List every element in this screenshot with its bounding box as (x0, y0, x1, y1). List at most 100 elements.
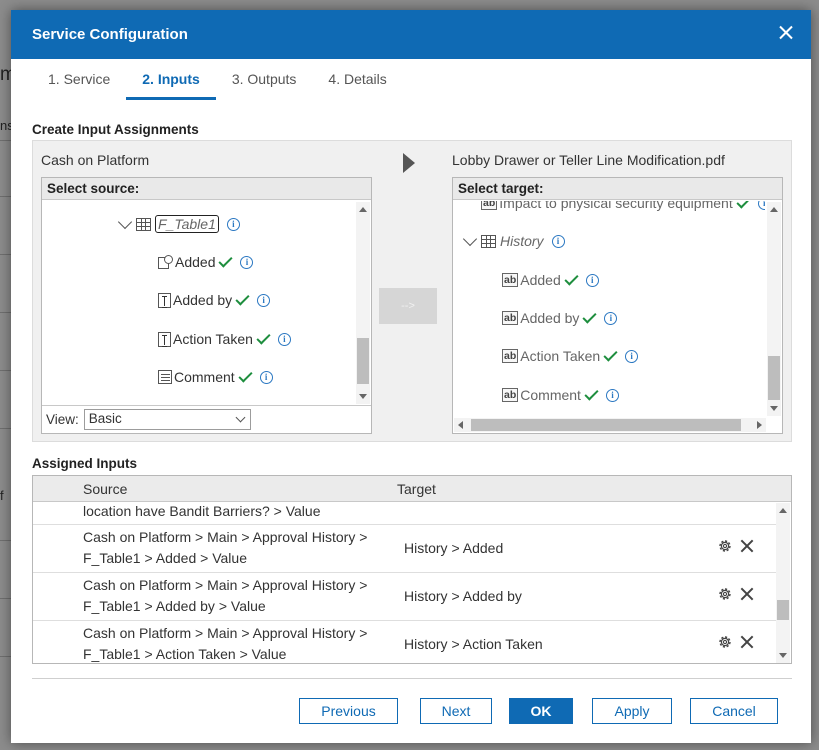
assigned-inputs-heading: Assigned Inputs (32, 456, 138, 471)
check-icon (736, 201, 751, 209)
previous-button[interactable]: Previous (299, 698, 398, 724)
tab-service[interactable]: 1. Service (32, 68, 126, 100)
create-input-assignments-heading: Create Input Assignments (32, 122, 199, 137)
check-icon (582, 308, 598, 324)
scroll-left-icon[interactable] (458, 421, 463, 429)
tree-node-added-by[interactable]: ab Added by i (502, 308, 618, 326)
tree-node-label: Added by (173, 292, 233, 308)
check-icon (584, 385, 599, 401)
scroll-down-icon[interactable] (779, 653, 787, 658)
assigned-inputs-table: Source Target location have Bandit Barri… (32, 475, 792, 664)
footer-divider (32, 678, 792, 679)
info-icon[interactable]: i (604, 311, 618, 325)
delete-icon[interactable] (739, 586, 755, 602)
dialog-titlebar: Service Configuration (11, 10, 811, 59)
tree-node-label: F_Table1 (155, 215, 219, 233)
target-tree: Select target: ab Impact to physical sec… (452, 177, 783, 434)
close-icon[interactable] (775, 22, 797, 44)
tree-node-added-by[interactable]: Added by i (158, 290, 271, 308)
text-field-icon (158, 292, 171, 308)
chevron-down-icon[interactable] (117, 214, 133, 229)
info-icon[interactable]: i (551, 234, 565, 248)
ok-button[interactable]: OK (509, 698, 573, 724)
assigned-table-scrollbar[interactable] (776, 503, 790, 663)
info-icon[interactable]: i (259, 370, 273, 384)
assignment-panel: Cash on Platform Lobby Drawer or Teller … (32, 140, 792, 442)
scrollbar-thumb[interactable] (768, 356, 780, 400)
view-select[interactable]: Basic (83, 409, 251, 430)
next-button[interactable]: Next (420, 698, 492, 724)
column-header-source: Source (83, 481, 128, 497)
info-icon[interactable]: i (226, 217, 240, 231)
source-tree-scrollbar[interactable] (356, 202, 370, 404)
chevron-down-icon[interactable] (462, 231, 478, 246)
info-icon[interactable]: i (277, 332, 291, 346)
table-header: Source Target (33, 476, 791, 502)
info-icon[interactable]: i (257, 293, 271, 307)
wizard-tabs: 1. Service 2. Inputs 3. Outputs 4. Detai… (32, 68, 403, 100)
tree-node-f-table1[interactable]: F_Table1 i (117, 214, 240, 233)
tree-node-label: Comment (174, 369, 235, 385)
background-text: f (0, 488, 4, 503)
scrollbar-thumb[interactable] (357, 338, 369, 384)
tree-node-comment[interactable]: Comment i (158, 367, 273, 385)
scroll-down-icon[interactable] (770, 406, 778, 411)
source-tree-header: Select source: (42, 178, 371, 200)
view-selector-row: View: Basic (42, 405, 371, 433)
row-target: History > Added (404, 540, 504, 556)
tree-node-action-taken[interactable]: Action Taken i (158, 329, 291, 347)
info-icon[interactable]: i (605, 388, 619, 402)
row-source: Cash on Platform > Main > Approval Histo… (83, 529, 368, 566)
tree-node-comment[interactable]: ab Comment i (502, 385, 619, 403)
text-ab-icon: ab (502, 388, 519, 402)
tab-inputs[interactable]: 2. Inputs (126, 68, 216, 100)
scrollbar-thumb[interactable] (471, 419, 741, 431)
tree-node-label: History (500, 233, 544, 249)
scrollbar-thumb[interactable] (777, 600, 789, 620)
target-document-name: Lobby Drawer or Teller Line Modification… (452, 152, 725, 168)
tree-node-impact-to-physical-security-equipment[interactable]: ab Impact to physical security equipment… (481, 201, 765, 211)
tree-node-action-taken[interactable]: ab Action Taken i (502, 346, 639, 364)
tab-details[interactable]: 4. Details (312, 68, 402, 100)
target-tree-horizontal-scrollbar[interactable] (454, 418, 766, 432)
scroll-up-icon[interactable] (779, 508, 787, 513)
info-icon[interactable]: i (240, 255, 254, 269)
target-tree-scrollbar[interactable] (767, 202, 781, 416)
info-icon[interactable]: i (757, 201, 765, 210)
tree-node-label: Impact to physical security equipment (499, 201, 733, 211)
tree-node-history[interactable]: History i (462, 231, 565, 249)
tree-node-label: Action Taken (520, 348, 601, 364)
table-row[interactable]: Cash on Platform > Main > Approval Histo… (33, 621, 776, 663)
scroll-up-icon[interactable] (359, 207, 367, 212)
tree-node-label: Added by (520, 310, 580, 326)
tree-node-added[interactable]: Added i (158, 252, 254, 270)
delete-icon[interactable] (739, 538, 755, 554)
tab-outputs[interactable]: 3. Outputs (216, 68, 313, 100)
table-icon (136, 217, 151, 231)
text-field-icon (158, 331, 171, 347)
delete-icon[interactable] (739, 634, 755, 650)
table-row[interactable]: Cash on Platform > Main > Approval Histo… (33, 573, 776, 621)
scroll-up-icon[interactable] (770, 207, 778, 212)
cancel-button[interactable]: Cancel (690, 698, 778, 724)
row-source: Cash on Platform > Main > Approval Histo… (83, 577, 368, 614)
column-header-target: Target (397, 481, 436, 497)
info-icon[interactable]: i (585, 273, 599, 287)
info-icon[interactable]: i (625, 349, 639, 363)
table-row[interactable]: Cash on Platform > Main > Approval Histo… (33, 525, 776, 573)
text-ab-icon: ab (502, 349, 519, 363)
source-document-name: Cash on Platform (41, 152, 150, 168)
gear-icon[interactable] (717, 538, 733, 554)
tree-node-added[interactable]: ab Added i (502, 270, 599, 288)
map-assignment-button[interactable]: --> (379, 288, 437, 324)
view-select-value: Basic (88, 411, 122, 426)
check-icon (238, 367, 253, 383)
gear-icon[interactable] (717, 634, 733, 650)
table-row[interactable]: location have Bandit Barriers? > Value (33, 503, 776, 525)
row-source: Cash on Platform > Main > Approval Histo… (83, 625, 368, 662)
text-ab-icon: ab (481, 201, 498, 210)
apply-button[interactable]: Apply (592, 698, 672, 724)
scroll-right-icon[interactable] (757, 421, 762, 429)
scroll-down-icon[interactable] (359, 394, 367, 399)
gear-icon[interactable] (717, 586, 733, 602)
